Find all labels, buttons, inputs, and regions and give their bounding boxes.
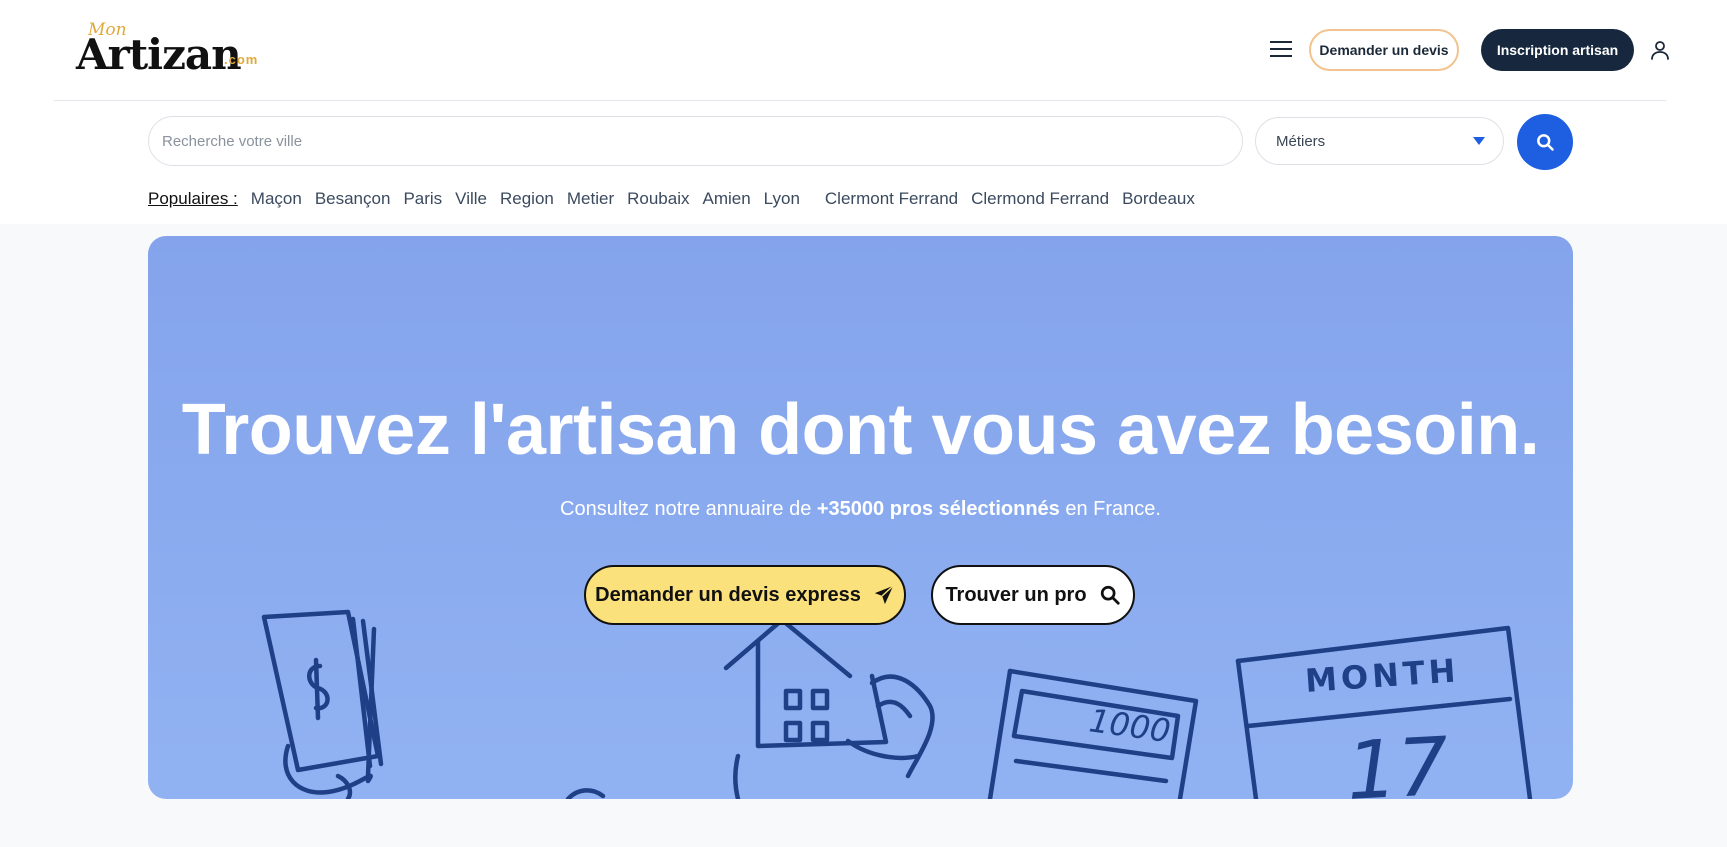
popular-link-region[interactable]: Region xyxy=(500,189,554,209)
calendar-day: 17 xyxy=(1344,720,1451,799)
logo-tld: .com xyxy=(224,52,259,67)
trades-select[interactable]: Métiers xyxy=(1255,117,1504,165)
money-doodle-icon xyxy=(261,609,384,799)
popular-link-clermont-ferrand[interactable]: Clermont Ferrand xyxy=(825,189,958,209)
trades-select-label: Métiers xyxy=(1276,132,1326,150)
hero-banner: 1000 MONTH 17 Trouvez l'artisan dont vou… xyxy=(148,236,1573,799)
hero-subtitle-prefix: Consultez notre annuaire de xyxy=(560,498,817,520)
find-pro-button[interactable]: Trouver un pro xyxy=(931,565,1135,625)
logo[interactable]: Mon Artizan .com xyxy=(76,18,276,79)
popular-link-ville[interactable]: Ville xyxy=(455,189,487,209)
popular-label: Populaires : xyxy=(148,189,238,208)
find-pro-label: Trouver un pro xyxy=(945,583,1087,606)
search-icon xyxy=(1537,134,1554,151)
popular-link-bordeaux[interactable]: Bordeaux xyxy=(1122,189,1195,209)
paper-plane-icon xyxy=(874,585,894,605)
popular-searches: Populaires : Maçon Besançon Paris Ville … xyxy=(148,187,1208,211)
caret-down-icon xyxy=(1473,137,1485,145)
calendar-month: MONTH xyxy=(1304,651,1461,700)
calculator-readout: 1000 xyxy=(1087,701,1173,750)
popular-link-besancon[interactable]: Besançon xyxy=(315,189,391,209)
popular-link-macon[interactable]: Maçon xyxy=(251,189,302,209)
express-quote-button[interactable]: Demander un devis express xyxy=(584,565,906,625)
express-quote-label: Demander un devis express xyxy=(595,583,861,606)
hero-subtitle: Consultez notre annuaire de +35000 pros … xyxy=(148,498,1573,521)
calculator-doodle-icon: 1000 xyxy=(987,668,1199,799)
search-icon xyxy=(1100,585,1120,605)
city-search-input[interactable] xyxy=(148,116,1243,166)
search-button[interactable] xyxy=(1517,114,1573,170)
popular-link-paris[interactable]: Paris xyxy=(403,189,442,209)
top-bar: Mon Artizan .com Demander un devis Inscr… xyxy=(0,0,1727,224)
hero-title: Trouvez l'artisan dont vous avez besoin. xyxy=(181,390,1540,470)
popular-link-clermond-ferrand[interactable]: Clermond Ferrand xyxy=(971,189,1109,209)
user-account-icon[interactable] xyxy=(1648,38,1672,62)
logo-name: Artizan xyxy=(76,30,242,79)
house-doodle-icon xyxy=(565,617,935,799)
calendar-doodle-icon: MONTH 17 xyxy=(1235,625,1533,799)
popular-link-roubaix[interactable]: Roubaix xyxy=(627,189,689,209)
hero-subtitle-suffix: en France. xyxy=(1059,498,1161,520)
popular-link-amien[interactable]: Amien xyxy=(702,189,750,209)
hero-subtitle-highlight: +35000 pros sélectionnés xyxy=(816,498,1060,520)
request-quote-button[interactable]: Demander un devis xyxy=(1309,29,1459,71)
header: Mon Artizan .com Demander un devis Inscr… xyxy=(54,0,1669,101)
popular-link-metier[interactable]: Metier xyxy=(567,189,614,209)
artisan-signup-button[interactable]: Inscription artisan xyxy=(1481,29,1634,71)
hamburger-menu-icon[interactable] xyxy=(1270,38,1294,60)
popular-link-lyon[interactable]: Lyon xyxy=(764,189,800,209)
